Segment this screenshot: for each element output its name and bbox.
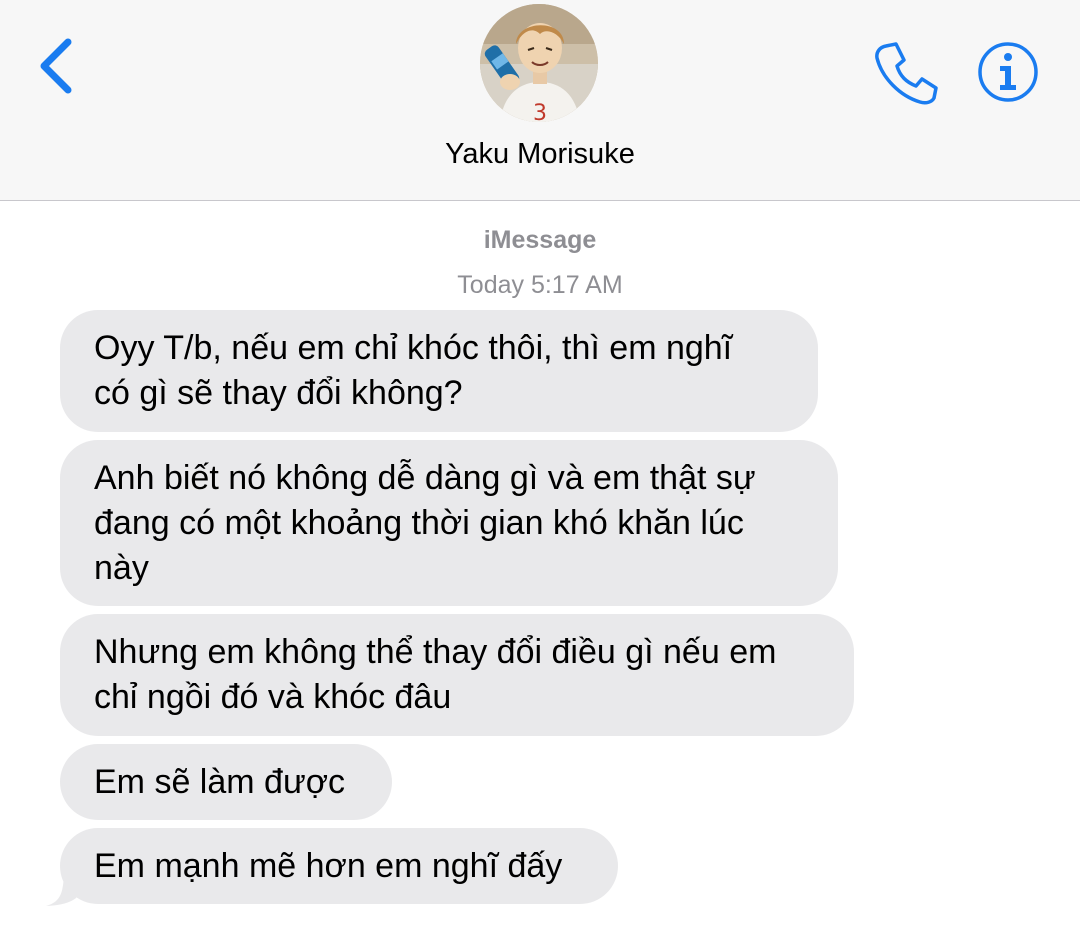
message-line: chỉ ngồi đó và khóc đâu: [94, 678, 452, 716]
message-line: này: [94, 548, 149, 587]
chevron-left-icon: [40, 38, 72, 94]
received-message-bubble[interactable]: Oyy T/b, nếu em chỉ khóc thôi, thì em ng…: [60, 310, 818, 432]
conversation-header: 3 Yaku Morisuke: [0, 0, 1080, 201]
contact-name[interactable]: Yaku Morisuke: [0, 138, 1080, 171]
back-button[interactable]: [30, 30, 90, 102]
message-line: Oyy T/b, nếu em chỉ khóc thôi, thì em ng…: [94, 329, 733, 367]
message-line: có gì sẽ thay đổi không?: [94, 374, 463, 412]
info-icon: [978, 42, 1038, 102]
service-label: iMessage: [483, 226, 597, 254]
received-message-bubble[interactable]: Em sẽ làm được: [60, 744, 392, 820]
message-line: Nhưng em không thể thay đổi điều gì nếu …: [94, 633, 777, 671]
phone-icon: [875, 42, 938, 105]
message-line: Anh biết nó không dễ dàng gì và em thật …: [94, 458, 756, 497]
avatar-image: 3: [480, 4, 598, 122]
received-message-bubble[interactable]: Nhưng em không thể thay đổi điều gì nếu …: [60, 614, 854, 736]
svg-text:3: 3: [533, 101, 547, 122]
received-message-bubble[interactable]: Em mạnh mẽ hơn em nghĩ đấy: [60, 828, 618, 904]
message-timestamp: Today 5:17 AM: [457, 271, 623, 299]
received-message-bubble[interactable]: Anh biết nó không dễ dàng gì và em thật …: [60, 440, 838, 606]
contact-avatar[interactable]: 3: [480, 4, 598, 122]
info-button[interactable]: [976, 40, 1040, 104]
call-button[interactable]: [872, 38, 940, 106]
message-line: Em mạnh mẽ hơn em nghĩ đấy: [94, 846, 563, 885]
message-line: Em sẽ làm được: [94, 762, 345, 801]
message-line: đang có một khoảng thời gian khó khăn lú…: [94, 503, 744, 542]
